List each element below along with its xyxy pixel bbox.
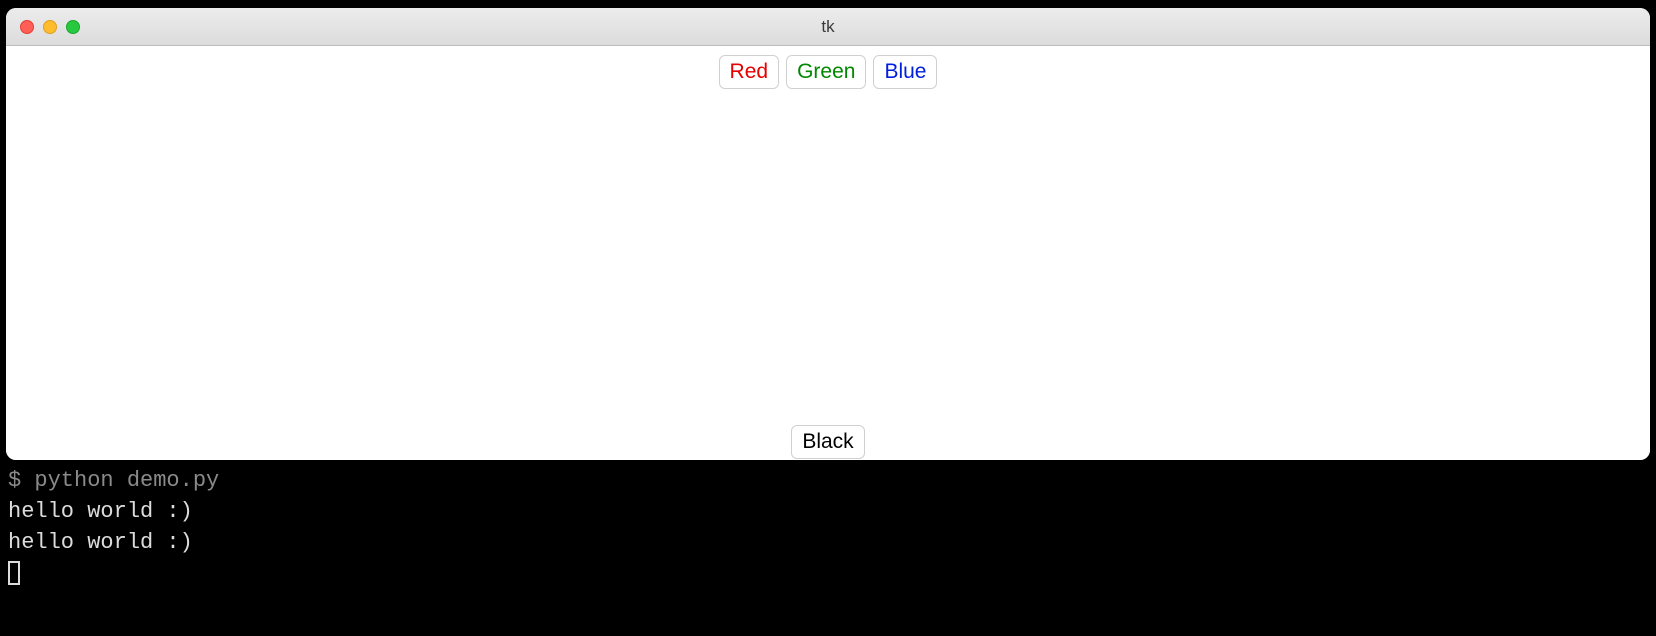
terminal-output-line: hello world :) — [8, 528, 1648, 559]
terminal-prompt-line: $ python demo.py — [8, 466, 1648, 497]
maximize-icon[interactable] — [66, 20, 80, 34]
black-button[interactable]: Black — [791, 425, 864, 459]
bottom-button-row: Black — [6, 425, 1650, 459]
prompt-symbol: $ — [8, 468, 34, 493]
window-body: Red Green Blue Black — [6, 46, 1650, 460]
terminal[interactable]: $ python demo.py hello world :) hello wo… — [6, 462, 1650, 636]
window-title: tk — [6, 17, 1650, 37]
minimize-icon[interactable] — [43, 20, 57, 34]
terminal-cursor-line — [8, 558, 1648, 589]
green-button[interactable]: Green — [786, 55, 866, 89]
titlebar[interactable]: tk — [6, 8, 1650, 46]
red-button[interactable]: Red — [719, 55, 780, 89]
close-icon[interactable] — [20, 20, 34, 34]
cursor-icon — [8, 561, 20, 585]
terminal-command: python demo.py — [34, 468, 219, 493]
app-window: tk Red Green Blue Black — [6, 8, 1650, 460]
top-button-row: Red Green Blue — [6, 55, 1650, 89]
blue-button[interactable]: Blue — [873, 55, 937, 89]
traffic-lights — [6, 20, 80, 34]
terminal-output-line: hello world :) — [8, 497, 1648, 528]
